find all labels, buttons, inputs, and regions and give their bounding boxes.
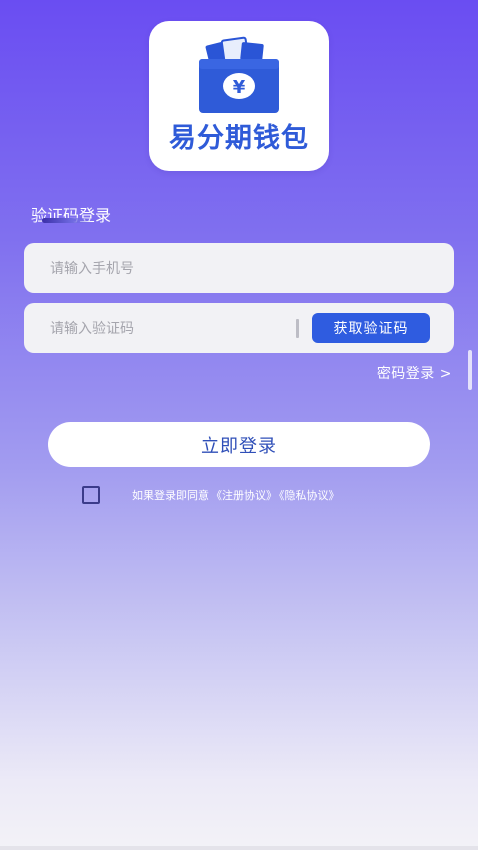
agreement-prefix: 如果登录即同意: [132, 489, 209, 502]
get-code-button[interactable]: 获取验证码: [312, 313, 430, 343]
phone-field-container: [24, 243, 454, 295]
status-bar: [0, 0, 478, 10]
agreement-text: 如果登录即同意 《注册协议》 《隐私协议》: [132, 487, 342, 503]
input-divider: [296, 319, 299, 338]
scrollbar-handle[interactable]: [468, 350, 472, 390]
title-underline: [42, 218, 92, 223]
privacy-link[interactable]: 《隐私协议》: [279, 489, 340, 502]
code-field-container: 获取验证码: [24, 303, 454, 355]
coin-symbol: ¥: [233, 77, 246, 98]
bottom-bar: [0, 846, 478, 850]
password-login-link[interactable]: 密码登录 >: [377, 363, 452, 383]
agreement-checkbox[interactable]: [82, 486, 100, 504]
verification-code-input[interactable]: [48, 303, 302, 355]
app-name: 易分期钱包: [169, 123, 309, 154]
terms-link[interactable]: 《注册协议》: [211, 489, 277, 502]
login-button[interactable]: 立即登录: [48, 422, 430, 467]
wallet-icon: ¥: [199, 36, 279, 113]
phone-input[interactable]: [48, 243, 432, 295]
app-logo: ¥ 易分期钱包: [149, 21, 329, 171]
